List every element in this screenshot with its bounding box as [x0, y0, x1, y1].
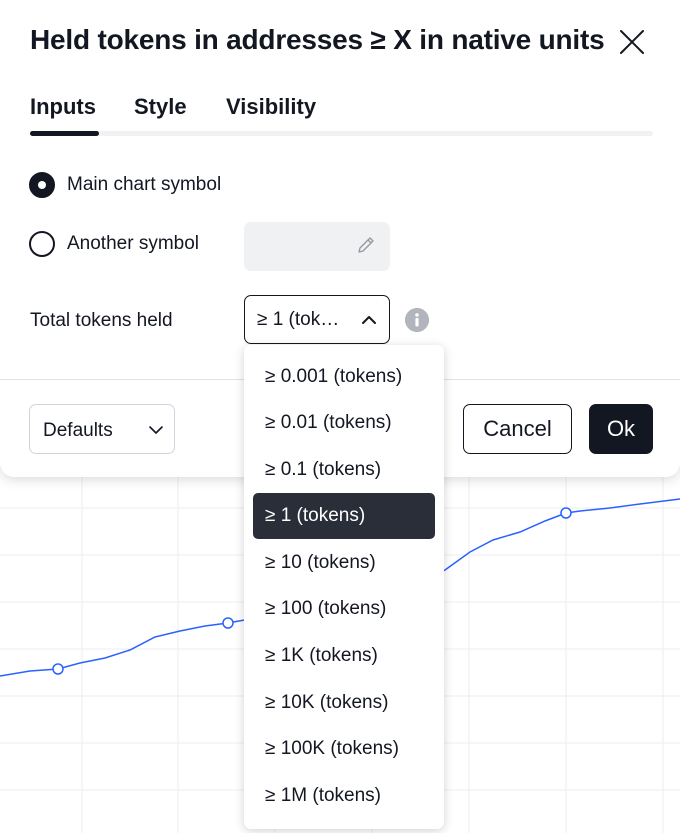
chart-point-marker [560, 507, 572, 519]
tab-visibility[interactable]: Visibility [226, 94, 316, 120]
dropdown-option[interactable]: ≥ 0.1 (tokens) [253, 447, 435, 493]
defaults-dropdown[interactable]: Defaults [29, 404, 175, 454]
close-icon [620, 30, 644, 54]
dialog-title: Held tokens in addresses ≥ X in native u… [30, 24, 605, 55]
ok-button[interactable]: Ok [589, 404, 653, 454]
info-icon[interactable] [405, 308, 429, 332]
cancel-button[interactable]: Cancel [463, 404, 572, 454]
total-tokens-dropdown-menu: ≥ 0.001 (tokens) ≥ 0.01 (tokens) ≥ 0.1 (… [244, 345, 444, 829]
dropdown-option[interactable]: ≥ 1K (tokens) [253, 633, 435, 679]
total-tokens-select[interactable]: ≥ 1 (tok… [244, 295, 390, 344]
dropdown-option[interactable]: ≥ 10 (tokens) [253, 540, 435, 586]
total-tokens-select-value: ≥ 1 (tok… [257, 309, 340, 330]
dropdown-option[interactable]: ≥ 1M (tokens) [253, 773, 435, 819]
chevron-down-icon [149, 426, 163, 434]
tab-track [30, 131, 653, 136]
tab-bar: Inputs Style Visibility [30, 94, 653, 136]
chart-point-marker [52, 663, 64, 675]
radio-label: Another symbol [67, 233, 200, 254]
radio-button-checked[interactable] [29, 172, 55, 198]
defaults-label: Defaults [43, 420, 113, 441]
dropdown-option-selected[interactable]: ≥ 1 (tokens) [253, 493, 435, 539]
dropdown-option[interactable]: ≥ 0.001 (tokens) [253, 354, 435, 400]
pencil-icon [358, 237, 374, 253]
another-symbol-input[interactable] [244, 222, 390, 271]
radio-label: Main chart symbol [67, 174, 222, 195]
dropdown-option[interactable]: ≥ 10K (tokens) [253, 680, 435, 726]
radio-another-symbol[interactable]: Another symbol [29, 231, 199, 257]
chart-point-marker [222, 617, 234, 629]
total-tokens-label: Total tokens held [30, 310, 173, 331]
dropdown-option[interactable]: ≥ 100 (tokens) [253, 586, 435, 632]
chevron-up-icon [362, 316, 376, 324]
active-tab-indicator [30, 131, 99, 136]
tab-inputs[interactable]: Inputs [30, 94, 96, 120]
screen: Held tokens in addresses ≥ X in native u… [0, 0, 680, 833]
radio-main-chart-symbol[interactable]: Main chart symbol [29, 172, 221, 198]
radio-button-unchecked[interactable] [29, 231, 55, 257]
tab-style[interactable]: Style [134, 94, 187, 120]
close-button[interactable] [616, 26, 648, 58]
dropdown-option[interactable]: ≥ 0.01 (tokens) [253, 400, 435, 446]
dropdown-option[interactable]: ≥ 100K (tokens) [253, 726, 435, 772]
